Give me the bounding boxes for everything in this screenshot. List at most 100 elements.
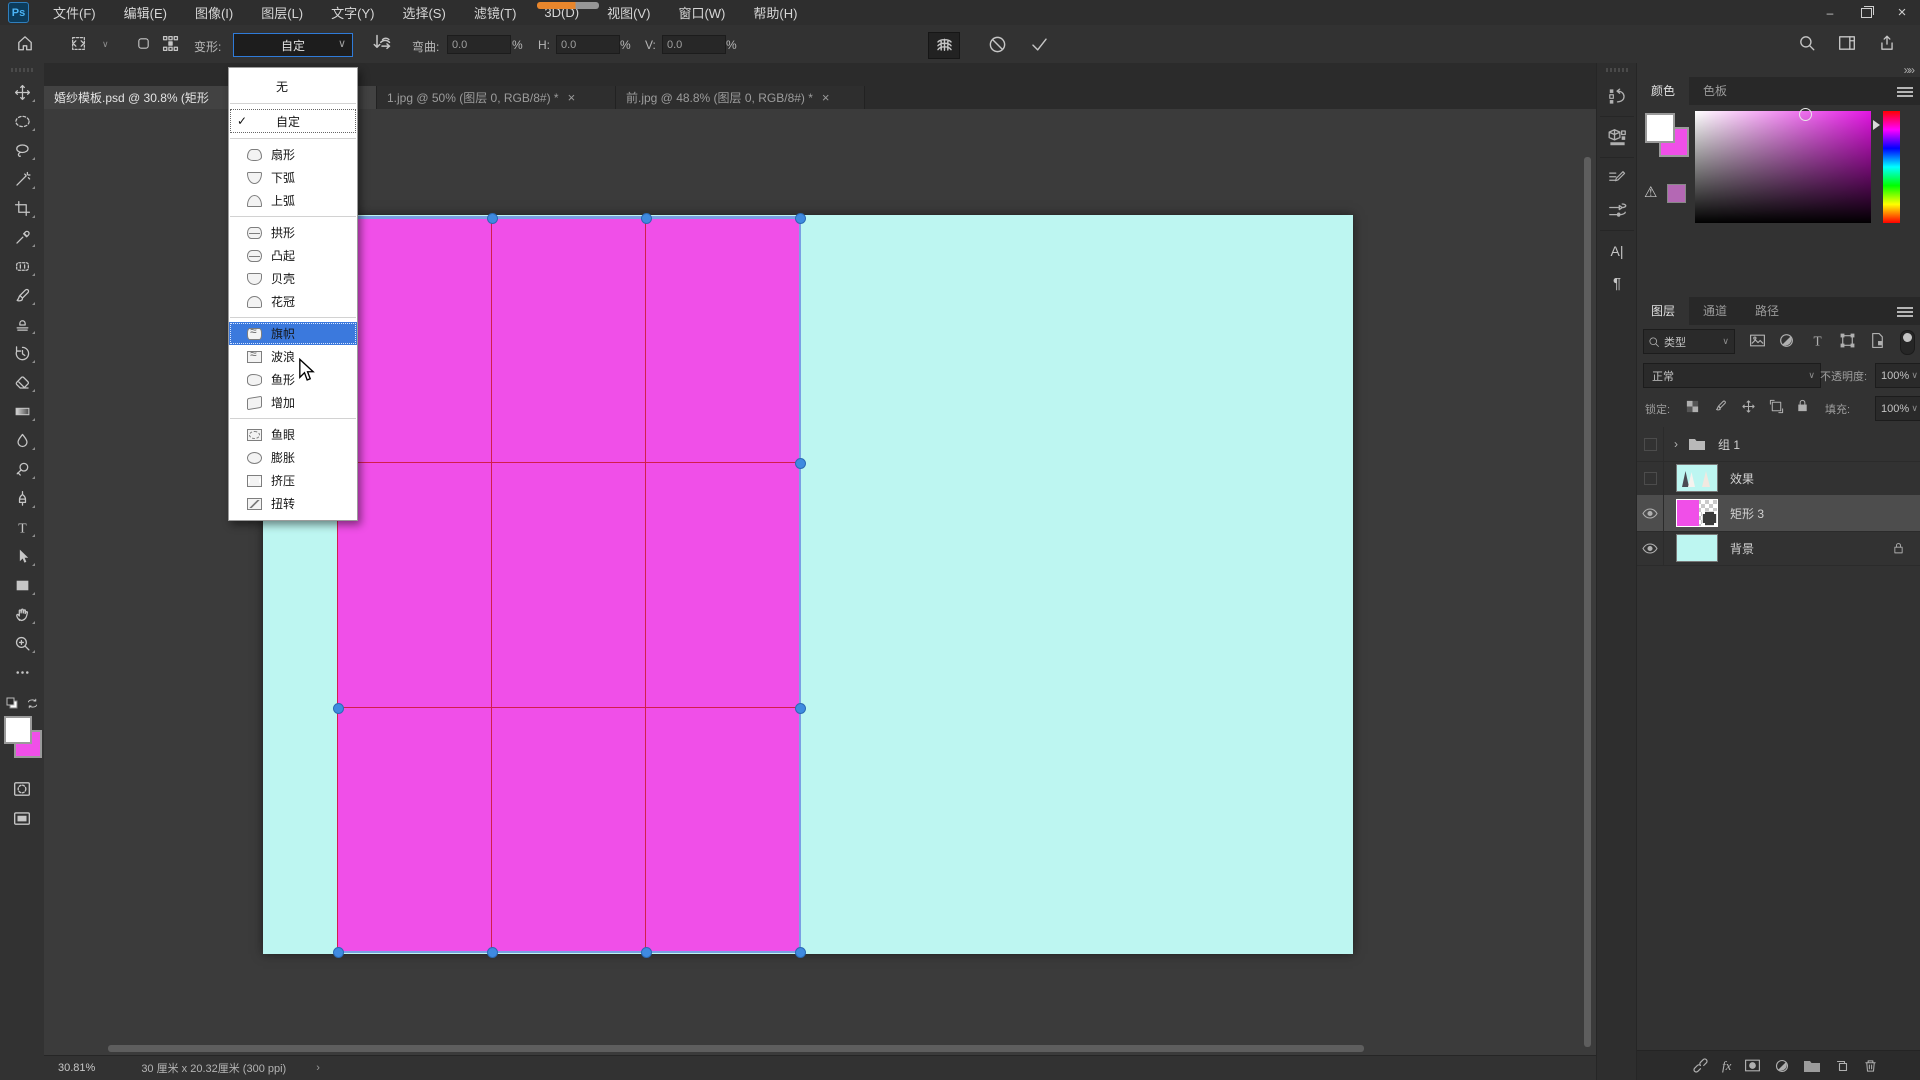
panel-menu-icon[interactable] <box>1897 305 1913 320</box>
close-button[interactable]: × <box>1884 0 1920 25</box>
eraser-tool-button[interactable] <box>6 370 38 395</box>
layer-name[interactable]: 背景 <box>1730 540 1754 557</box>
rectangle-tool-button[interactable] <box>6 573 38 598</box>
share-icon[interactable] <box>1878 34 1896 52</box>
collapse-panels-icon[interactable]: »» <box>1904 63 1913 77</box>
hue-slider[interactable] <box>1883 111 1900 223</box>
layer-thumbnail[interactable] <box>1676 499 1718 527</box>
opacity-select[interactable]: 100% ∨ <box>1875 363 1920 388</box>
warp-handle[interactable] <box>795 947 806 958</box>
warp-handle[interactable] <box>333 947 344 958</box>
visibility-toggle[interactable] <box>1637 495 1664 531</box>
adjustment-layer-icon[interactable] <box>1774 1058 1790 1074</box>
close-icon[interactable]: × <box>822 91 830 104</box>
status-chevron-icon[interactable]: › <box>316 1062 320 1074</box>
workspace-layout-icon[interactable] <box>1838 34 1856 52</box>
menu-help[interactable]: 帮助(H) <box>739 0 811 25</box>
warp-option-fish[interactable]: 鱼形 <box>229 368 357 391</box>
minimize-button[interactable]: – <box>1812 0 1848 25</box>
layer-row-rectangle3[interactable]: 矩形 3 <box>1637 495 1920 532</box>
tab-channels[interactable]: 通道 <box>1689 296 1741 325</box>
group-collapse-icon[interactable]: › <box>1674 437 1678 451</box>
zoom-tool-button[interactable] <box>6 631 38 656</box>
tab-paths[interactable]: 路径 <box>1741 296 1793 325</box>
pen-tool-button[interactable] <box>6 486 38 511</box>
warp-handle[interactable] <box>641 213 652 224</box>
lock-transparency-icon[interactable] <box>1685 399 1700 414</box>
toggle-warp-mode-button[interactable] <box>928 32 960 59</box>
warp-shape[interactable] <box>337 217 800 952</box>
menu-edit[interactable]: 编辑(E) <box>110 0 181 25</box>
vertical-scrollbar[interactable] <box>1584 157 1591 1047</box>
default-colors-icon[interactable] <box>6 697 18 710</box>
brush-tool-button[interactable] <box>6 283 38 308</box>
layer-row-effects[interactable]: 效果 <box>1637 461 1920 496</box>
fill-select[interactable]: 100% ∨ <box>1875 396 1920 421</box>
eyedropper-tool-button[interactable] <box>6 225 38 250</box>
warp-option-arc[interactable]: 扇形 <box>229 143 357 166</box>
warp-orientation-icon[interactable] <box>372 33 392 53</box>
websafe-color-swatch[interactable] <box>1667 184 1686 203</box>
visibility-toggle[interactable] <box>1637 427 1664 461</box>
layer-name[interactable]: 组 1 <box>1718 436 1740 453</box>
warp-edge-bottom[interactable] <box>337 951 800 953</box>
v-distort-input[interactable] <box>662 35 726 54</box>
gradient-tool-button[interactable] <box>6 399 38 424</box>
horizontal-scrollbar[interactable] <box>108 1045 1364 1052</box>
warp-option-custom[interactable]: ✓ 自定 <box>229 108 357 134</box>
transform-tool-icon[interactable] <box>70 35 87 52</box>
layer-thumbnail[interactable] <box>1676 534 1718 562</box>
dodge-tool-button[interactable] <box>6 457 38 482</box>
tab-color[interactable]: 颜色 <box>1637 76 1689 105</box>
paragraph-panel-icon[interactable]: ¶ <box>1600 267 1634 299</box>
warp-option-arch[interactable]: 拱形 <box>229 221 357 244</box>
layer-name[interactable]: 效果 <box>1730 470 1754 487</box>
blur-tool-button[interactable] <box>6 428 38 453</box>
menu-layer[interactable]: 图层(L) <box>247 0 317 25</box>
new-group-icon[interactable] <box>1803 1059 1821 1073</box>
warp-handle[interactable] <box>487 947 498 958</box>
warp-option-none[interactable]: 无 <box>229 73 357 99</box>
warp-option-inflate[interactable]: 膨胀 <box>229 446 357 469</box>
panel-menu-icon[interactable] <box>1897 85 1913 100</box>
cancel-transform-button[interactable] <box>982 32 1012 57</box>
lock-image-icon[interactable] <box>1713 399 1728 414</box>
document-canvas[interactable] <box>263 215 1353 954</box>
search-icon[interactable] <box>1798 34 1816 52</box>
filtering-toggle[interactable] <box>1900 330 1915 355</box>
commit-transform-button[interactable] <box>1024 32 1054 57</box>
warp-option-shell-upper[interactable]: 花冠 <box>229 290 357 313</box>
character-panel-icon[interactable]: A| <box>1600 235 1634 267</box>
warp-option-fisheye[interactable]: 鱼眼 <box>229 423 357 446</box>
menu-image[interactable]: 图像(I) <box>181 0 247 25</box>
warp-option-wave[interactable]: 波浪 <box>229 345 357 368</box>
add-mask-icon[interactable] <box>1744 1057 1761 1074</box>
chevron-down-icon[interactable]: ∨ <box>102 39 109 50</box>
color-field[interactable] <box>1695 111 1871 223</box>
history-brush-tool-button[interactable] <box>6 341 38 366</box>
home-icon[interactable] <box>16 34 34 52</box>
split-warp-grid-icon[interactable] <box>162 35 179 52</box>
layer-row-background[interactable]: 背景 <box>1637 531 1920 566</box>
menu-select[interactable]: 选择(S) <box>388 0 459 25</box>
warp-option-twist[interactable]: 扭转 <box>229 492 357 515</box>
warp-option-flag[interactable]: 旗帜 <box>229 322 357 345</box>
history-panel-icon[interactable] <box>1600 80 1634 112</box>
filter-type-layers-icon[interactable]: T <box>1809 332 1826 349</box>
screen-mode-button[interactable] <box>6 805 38 830</box>
properties-3d-panel-icon[interactable] <box>1600 121 1634 153</box>
layer-row-group1[interactable]: › 组 1 <box>1637 427 1920 462</box>
layer-name[interactable]: 矩形 3 <box>1730 505 1764 522</box>
move-tool-button[interactable] <box>6 80 38 105</box>
warp-option-rise[interactable]: 增加 <box>229 391 357 414</box>
warp-option-arc-lower[interactable]: 下弧 <box>229 166 357 189</box>
layer-filter-type-select[interactable]: 类型 ∨ <box>1643 329 1735 354</box>
warp-option-bulge[interactable]: 凸起 <box>229 244 357 267</box>
warp-handle[interactable] <box>795 213 806 224</box>
blend-mode-select[interactable]: 正常 ∨ <box>1643 363 1821 388</box>
warp-handle[interactable] <box>795 458 806 469</box>
zoom-level-field[interactable]: 30.81% <box>58 1062 95 1074</box>
tab-front-jpg[interactable]: 前.jpg @ 48.8% (图层 0, RGB/8#) * × <box>616 86 865 109</box>
h-distort-input[interactable] <box>556 35 620 54</box>
filter-smart-objects-icon[interactable] <box>1869 332 1886 349</box>
